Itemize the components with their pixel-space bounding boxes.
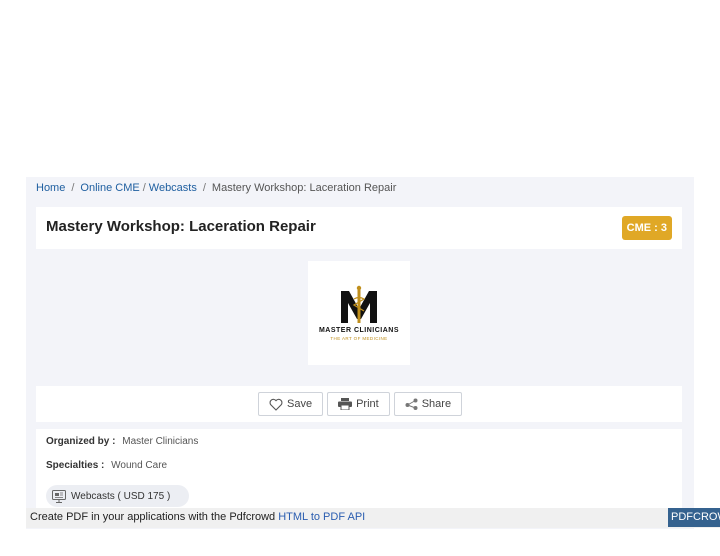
specialties-label: Specialties : [46,460,105,471]
print-label: Print [356,398,379,410]
share-icon [405,398,418,410]
breadcrumb-separator: / [71,182,75,194]
details-card: Organized by : Master Clinicians Special… [36,429,682,509]
save-button[interactable]: Save [258,392,324,416]
breadcrumb: Home / Online CME / Webcasts / Mastery W… [36,182,396,194]
pdfcrowd-badge[interactable]: PDFCROWD [668,508,720,527]
specialties-value: Wound Care [111,460,168,471]
format-price-label: Webcasts ( USD 175 ) [71,490,171,502]
organizer-value: Master Clinicians [122,436,199,447]
organizer-label: Organized by : [46,436,116,447]
breadcrumb-online-cme[interactable]: Online CME [80,182,139,194]
format-price-chip: Webcasts ( USD 175 ) [46,485,189,507]
save-label: Save [287,398,313,410]
page-title: Mastery Workshop: Laceration Repair [46,218,316,235]
footer-api-link[interactable]: HTML to PDF API [278,511,365,523]
actions-bar: Save Print Share [36,386,682,422]
title-card: Mastery Workshop: Laceration Repair CME … [36,207,682,249]
webcast-icon [52,489,66,503]
footer-text: Create PDF in your applications with the… [30,511,276,523]
breadcrumb-separator: / [142,182,146,194]
cme-credits-badge: CME : 3 [621,216,672,240]
organizer-row: Organized by : Master Clinicians [46,436,198,447]
breadcrumb-home[interactable]: Home [36,182,65,194]
breadcrumb-separator: / [202,182,206,194]
logo-tagline: THE ART OF MEDICINE [330,336,388,341]
logo-name: MASTER CLINICIANS [318,327,400,334]
pdfcrowd-footer: Create PDF in your applications with the… [26,508,720,528]
heart-icon [269,398,283,411]
master-clinicians-logo-icon [341,285,377,323]
share-button[interactable]: Share [393,392,463,416]
printer-icon [338,398,353,410]
organizer-logo: MASTER CLINICIANS THE ART OF MEDICINE [308,261,410,365]
print-button[interactable]: Print [327,392,390,416]
breadcrumb-webcasts[interactable]: Webcasts [149,182,197,194]
share-label: Share [421,398,452,410]
course-panel: Home / Online CME / Webcasts / Mastery W… [26,177,694,529]
specialties-row: Specialties : Wound Care [46,460,167,471]
breadcrumb-current: Mastery Workshop: Laceration Repair [211,182,397,194]
